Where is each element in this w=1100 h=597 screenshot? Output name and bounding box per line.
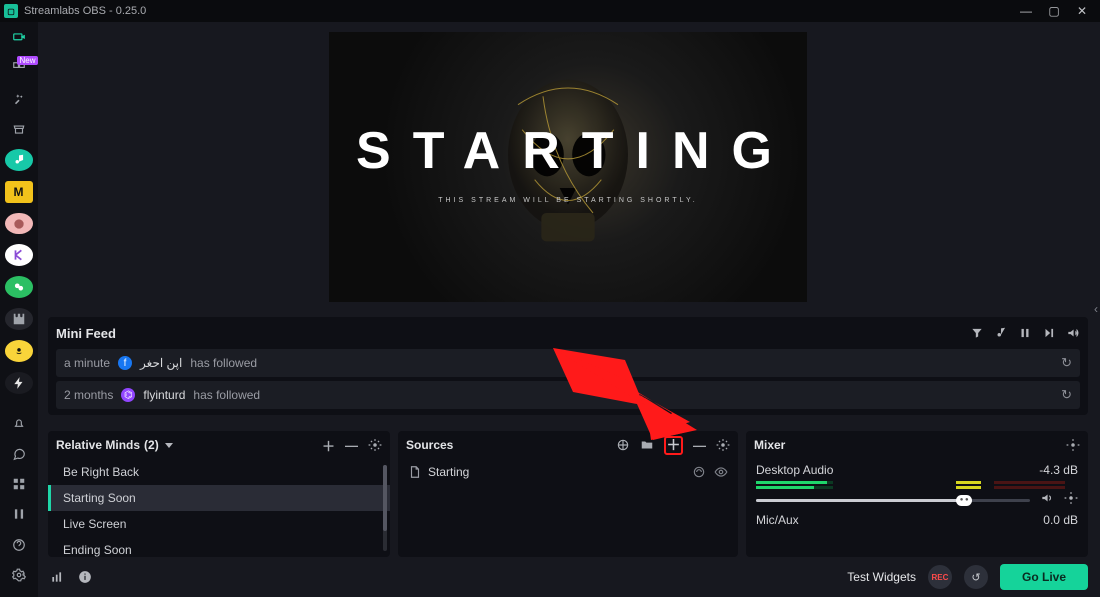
scenes-panel: Relative Minds (2) ＋ — Be Right Back Sta… — [48, 431, 390, 557]
left-sidebar: New M — [0, 22, 38, 591]
feed-action: has followed — [193, 388, 260, 402]
channel-settings-icon[interactable] — [1064, 491, 1078, 505]
twitch-icon: ⌬ — [121, 388, 135, 402]
app-emoji[interactable] — [5, 340, 33, 362]
feed-name: اپن احغر — [140, 356, 182, 370]
preview-area[interactable]: STARTING THIS STREAM WILL BE STARTING SH… — [38, 22, 1100, 305]
file-icon — [408, 465, 420, 479]
dashboard-icon[interactable] — [6, 474, 32, 494]
help-icon[interactable] — [6, 535, 32, 555]
app-puzzle[interactable] — [5, 308, 33, 330]
store-icon[interactable] — [6, 119, 32, 139]
pause-icon[interactable] — [1018, 326, 1032, 340]
feed-row: a minute f اپن احغر has followed ↻ — [56, 349, 1080, 377]
editor-icon[interactable] — [6, 28, 32, 48]
replay-icon[interactable]: ↻ — [1061, 387, 1072, 403]
channel-db: -4.3 dB — [1039, 463, 1078, 477]
source-visibility-icon[interactable] — [714, 465, 728, 479]
skip-icon[interactable] — [1042, 326, 1056, 340]
app-cat[interactable] — [5, 213, 33, 235]
feed-row: 2 months ⌬ flyinturd has followed ↻ — [56, 381, 1080, 409]
filter-icon[interactable] — [970, 326, 984, 340]
add-folder-icon[interactable] — [640, 438, 654, 452]
mute-icon[interactable] — [1040, 491, 1054, 505]
app-k[interactable] — [5, 244, 33, 266]
app-bolt[interactable] — [5, 372, 33, 394]
source-lock-icon[interactable] — [692, 465, 706, 479]
feed-name: flyinturd — [143, 388, 185, 402]
scene-item[interactable]: Be Right Back — [48, 459, 390, 485]
notifications-icon[interactable] — [6, 414, 32, 434]
info-icon[interactable] — [78, 570, 92, 584]
minimize-button[interactable]: — — [1012, 0, 1040, 22]
app-leaf[interactable] — [5, 276, 33, 298]
preview-sub-text: THIS STREAM WILL BE STARTING SHORTLY. — [329, 197, 807, 204]
mixer-channel: Desktop Audio -4.3 dB ● ● — [756, 463, 1078, 505]
go-live-button[interactable]: Go Live — [1000, 564, 1088, 590]
scenes-collection-name[interactable]: Relative Minds — [56, 438, 140, 452]
mixer-panel: Mixer Desktop Audio -4.3 dB — [746, 431, 1088, 557]
add-scene-icon[interactable]: ＋ — [322, 436, 335, 455]
mixer-channel: Mic/Aux 0.0 dB — [756, 513, 1078, 527]
app-music[interactable] — [5, 149, 33, 171]
feed-age: a minute — [64, 356, 110, 370]
preview-canvas[interactable]: STARTING THIS STREAM WILL BE STARTING SH… — [329, 32, 807, 302]
preview-title-text: STARTING — [329, 121, 807, 181]
source-label: Starting — [428, 465, 469, 479]
audio-meter — [756, 481, 1078, 491]
source-filter-icon[interactable] — [616, 438, 630, 452]
stats-icon[interactable] — [50, 570, 64, 584]
record-button[interactable]: REC — [928, 565, 952, 589]
scrollbar-thumb[interactable] — [383, 465, 387, 531]
collapse-right-icon[interactable]: ‹ — [1094, 302, 1098, 316]
add-source-button[interactable]: ＋ — [664, 436, 683, 455]
chat-icon[interactable] — [6, 444, 32, 464]
new-badge: New — [17, 56, 37, 65]
feed-action: has followed — [190, 356, 257, 370]
sources-title: Sources — [406, 438, 453, 452]
volume-icon[interactable] — [1066, 326, 1080, 340]
scene-item[interactable]: Live Screen — [48, 511, 390, 537]
scene-item[interactable]: Ending Soon — [48, 537, 390, 557]
scenes-count: (2) — [144, 438, 159, 452]
replay-icon[interactable]: ↻ — [1061, 355, 1072, 371]
scene-list: Be Right Back Starting Soon Live Screen … — [48, 459, 390, 557]
source-item[interactable]: Starting — [398, 459, 738, 485]
feed-age: 2 months — [64, 388, 113, 402]
mini-feed-panel: Mini Feed a minute f اپن احغر has follow… — [48, 317, 1088, 415]
replay-buffer-button[interactable]: ↺ — [964, 565, 988, 589]
magic-icon[interactable] — [6, 89, 32, 109]
settings-icon[interactable] — [6, 565, 32, 585]
remove-source-icon[interactable]: — — [693, 438, 706, 453]
sources-panel: Sources ＋ — Starting — [398, 431, 738, 557]
channel-label: Desktop Audio — [756, 463, 833, 477]
volume-slider[interactable]: ● ● — [756, 499, 1030, 502]
dropdown-icon[interactable] — [165, 443, 173, 448]
maximize-button[interactable]: ▢ — [1040, 0, 1068, 22]
test-widgets-button[interactable]: Test Widgets — [847, 570, 916, 584]
mixer-settings-icon[interactable] — [1066, 438, 1080, 452]
facebook-icon: f — [118, 356, 132, 370]
window-title: Streamlabs OBS - 0.25.0 — [24, 5, 1012, 17]
app-m[interactable]: M — [5, 181, 33, 203]
mixer-title: Mixer — [754, 438, 785, 452]
scene-item[interactable]: Starting Soon — [48, 485, 390, 511]
remove-scene-icon[interactable]: — — [345, 438, 358, 453]
close-button[interactable]: ✕ — [1068, 0, 1096, 22]
title-bar: ▢ Streamlabs OBS - 0.25.0 — ▢ ✕ — [0, 0, 1100, 22]
footer-bar: Test Widgets REC ↺ Go Live — [38, 557, 1100, 597]
scene-settings-icon[interactable] — [368, 438, 382, 452]
layout-icon[interactable]: New — [6, 58, 32, 78]
music-icon[interactable] — [994, 326, 1008, 340]
plus-icon: ＋ — [667, 438, 681, 452]
app-icon: ▢ — [4, 4, 18, 18]
source-settings-icon[interactable] — [716, 438, 730, 452]
channel-db: 0.0 dB — [1043, 513, 1078, 527]
mini-feed-title: Mini Feed — [56, 326, 970, 341]
channel-label: Mic/Aux — [756, 513, 799, 527]
columns-icon[interactable] — [6, 504, 32, 524]
